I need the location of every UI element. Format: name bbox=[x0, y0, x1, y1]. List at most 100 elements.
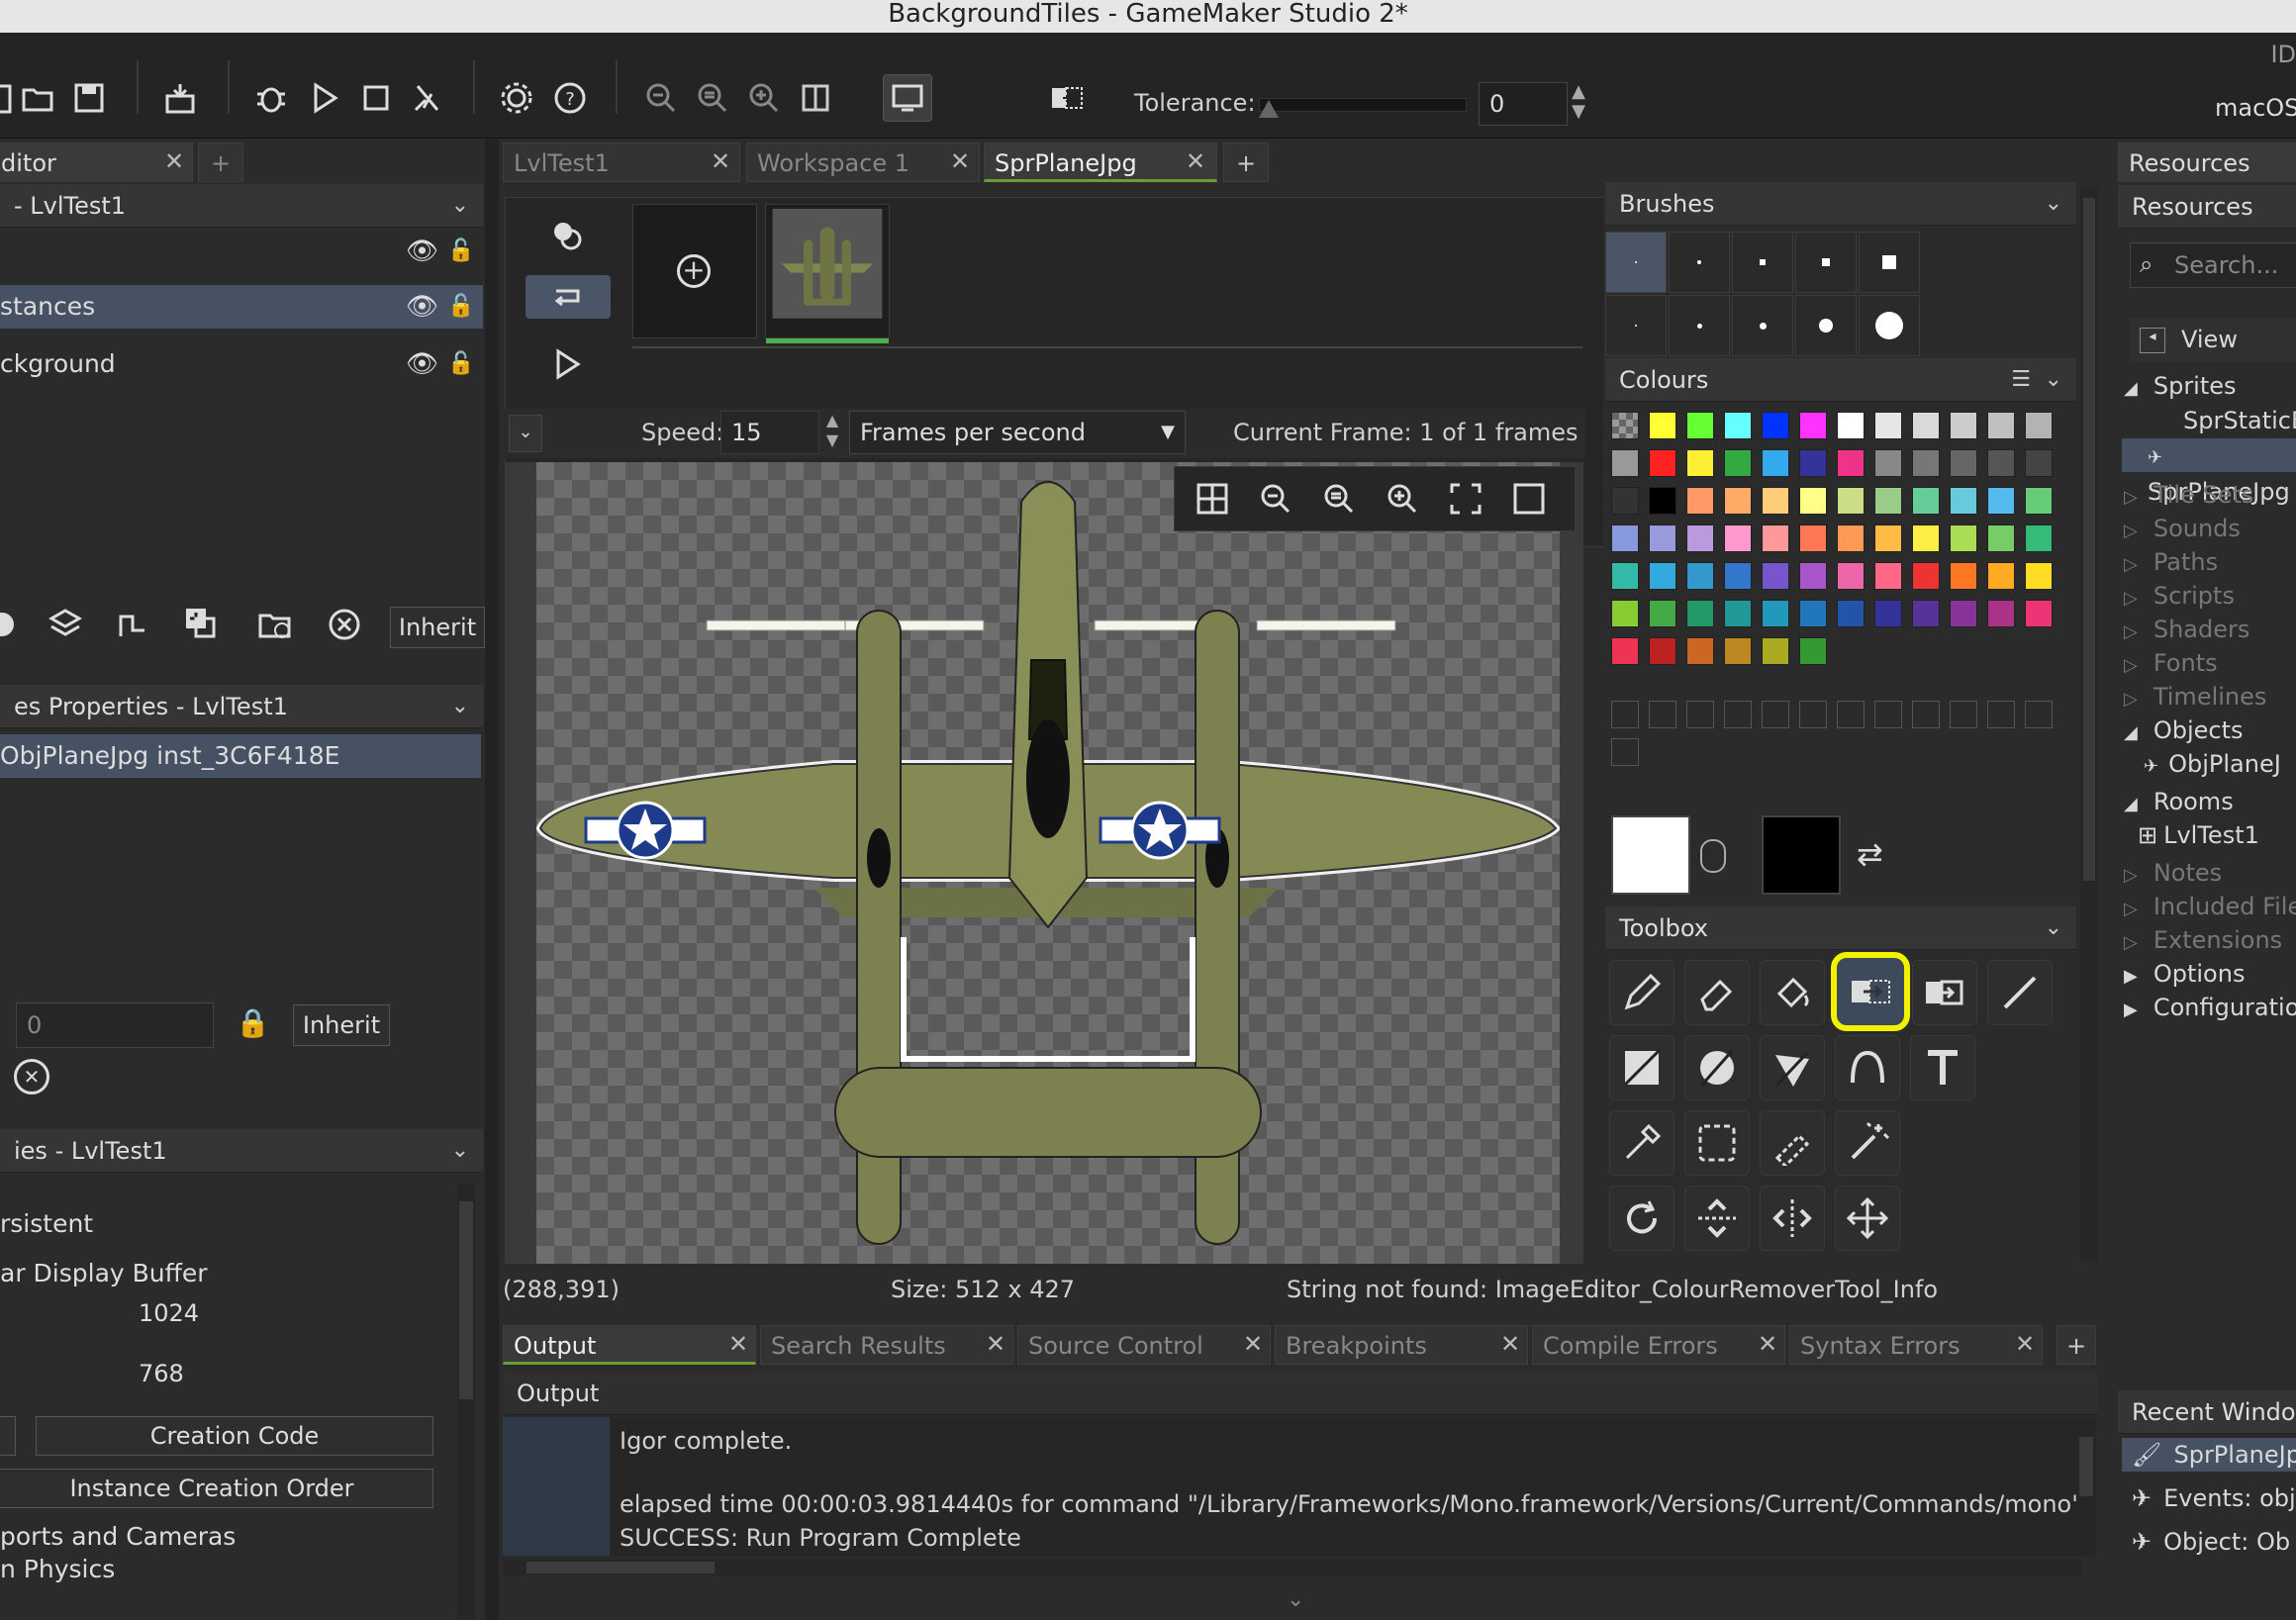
close-icon[interactable]: ✕ bbox=[164, 147, 184, 175]
create-executable-icon[interactable] bbox=[158, 76, 202, 120]
colour-swatch[interactable] bbox=[1611, 524, 1639, 552]
tree-lvltest1[interactable]: ⊞ LvlTest1 bbox=[2138, 818, 2259, 852]
colour-swatch[interactable] bbox=[1912, 524, 1940, 552]
colour-swatch[interactable] bbox=[1874, 600, 1902, 627]
delete-layer-icon[interactable] bbox=[323, 603, 366, 646]
brush-select-icon[interactable] bbox=[1760, 1110, 1825, 1176]
colour-swatch[interactable] bbox=[1649, 637, 1676, 665]
custom-colour-slot[interactable] bbox=[1912, 701, 1940, 728]
layers-header[interactable]: - LvlTest1 ⌄ bbox=[0, 184, 483, 228]
colour-swatch[interactable] bbox=[1950, 449, 1977, 477]
colour-swatch[interactable] bbox=[1950, 524, 1977, 552]
colour-swatch[interactable] bbox=[1874, 487, 1902, 515]
tolerance-input[interactable]: 0 bbox=[1479, 82, 1568, 126]
close-icon[interactable]: ✕ bbox=[711, 147, 730, 175]
output-horizontal-scrollbar[interactable] bbox=[503, 1560, 2082, 1575]
loop-icon[interactable] bbox=[526, 275, 611, 319]
add-folder-icon[interactable] bbox=[253, 603, 297, 646]
custom-colour-slot[interactable] bbox=[1762, 701, 1789, 728]
colours-header[interactable]: Colours ☰ ⌄ bbox=[1605, 358, 2076, 402]
inherit-button[interactable]: Inherit bbox=[390, 607, 485, 648]
play-icon[interactable] bbox=[545, 342, 589, 386]
custom-colour-slot[interactable] bbox=[1987, 701, 2015, 728]
recent-events[interactable]: ✈ Events: obj bbox=[2122, 1481, 2296, 1515]
colour-swatch[interactable] bbox=[1649, 449, 1676, 477]
colour-swatch[interactable] bbox=[1874, 524, 1902, 552]
brush-10[interactable] bbox=[1859, 295, 1920, 356]
tree-options[interactable]: ▶ Options bbox=[2124, 957, 2245, 991]
swap-colours-icon[interactable]: ⇄ bbox=[1857, 835, 1883, 873]
physics-label[interactable]: n Physics bbox=[0, 1548, 115, 1591]
colour-swatch[interactable] bbox=[1762, 637, 1789, 665]
close-icon[interactable]: ✕ bbox=[2015, 1330, 2035, 1358]
path-layer-icon[interactable] bbox=[111, 603, 154, 646]
colour-swatch[interactable] bbox=[1837, 412, 1865, 439]
custom-colour-slot[interactable] bbox=[1649, 701, 1676, 728]
colour-swatch[interactable] bbox=[1649, 600, 1676, 627]
colour-swatch[interactable] bbox=[1611, 637, 1639, 665]
colour-swap-tool-icon[interactable] bbox=[1912, 960, 1977, 1025]
instance-order-button[interactable]: Instance Creation Order bbox=[0, 1469, 433, 1508]
colour-swatch[interactable] bbox=[1950, 487, 1977, 515]
zoom-out-icon[interactable] bbox=[1254, 477, 1297, 521]
colour-remover-tool-icon[interactable] bbox=[1831, 952, 1910, 1031]
zoom-in-icon[interactable] bbox=[1381, 477, 1424, 521]
colour-swatch[interactable] bbox=[1987, 412, 2015, 439]
brush-7[interactable] bbox=[1669, 295, 1730, 356]
colour-swatch[interactable] bbox=[1762, 524, 1789, 552]
tree-sprstaticb[interactable]: SprStaticB bbox=[2183, 404, 2296, 437]
add-frame-button[interactable]: + bbox=[632, 204, 757, 338]
chevron-down-icon[interactable]: ⌄ bbox=[2045, 358, 2062, 402]
fullscreen-icon[interactable] bbox=[1444, 477, 1487, 521]
colour-swatch[interactable] bbox=[1649, 487, 1676, 515]
brush-6[interactable] bbox=[1605, 295, 1667, 356]
tree-tilesets[interactable]: ▷ Tile Sets bbox=[2124, 478, 2253, 512]
creation-code-button[interactable]: Creation Code bbox=[36, 1416, 433, 1456]
toolbox-header[interactable]: Toolbox ⌄ bbox=[1605, 906, 2076, 950]
zoom-reset-icon[interactable] bbox=[691, 76, 734, 120]
resource-search-input[interactable]: Search... bbox=[2130, 242, 2296, 288]
brush-5[interactable] bbox=[1859, 232, 1920, 293]
colour-swatch[interactable] bbox=[1912, 487, 1940, 515]
tab-search-results[interactable]: Search Results bbox=[760, 1325, 1013, 1365]
close-icon[interactable]: ✕ bbox=[1758, 1330, 1777, 1358]
colour-swatch[interactable] bbox=[1799, 637, 1827, 665]
splitter[interactable] bbox=[485, 140, 499, 1620]
colour-swatch[interactable] bbox=[1837, 562, 1865, 590]
close-icon[interactable]: ✕ bbox=[950, 147, 970, 175]
lock-icon[interactable]: 🔓 bbox=[447, 230, 474, 273]
colour-swatch[interactable] bbox=[1874, 449, 1902, 477]
recent-sprplanejpg[interactable]: 🖌 SprPlaneJp bbox=[2122, 1438, 2296, 1472]
tab-lvltest1[interactable]: LvlTest1 bbox=[503, 143, 740, 182]
tree-shaders[interactable]: ▷ Shaders bbox=[2124, 613, 2249, 646]
tree-sprites[interactable]: ◢ Sprites bbox=[2124, 369, 2237, 403]
tree-rooms[interactable]: ◢ Rooms bbox=[2124, 785, 2234, 818]
text-icon[interactable] bbox=[1910, 1035, 1975, 1100]
colour-swatch[interactable] bbox=[1837, 449, 1865, 477]
help-icon[interactable]: ? bbox=[548, 76, 592, 120]
custom-colour-slot[interactable] bbox=[2025, 701, 2053, 728]
ellipse-icon[interactable] bbox=[1684, 1035, 1750, 1100]
close-icon[interactable]: ✕ bbox=[1186, 147, 1205, 175]
brush-1[interactable] bbox=[1605, 232, 1667, 293]
add-instance-icon[interactable] bbox=[178, 601, 222, 644]
tools-scrollbar[interactable] bbox=[2080, 188, 2098, 1261]
expand-panel-icon[interactable]: ⌄ bbox=[1287, 1587, 1304, 1612]
tab-workspace[interactable]: Workspace 1 bbox=[746, 143, 980, 182]
partial-button[interactable] bbox=[0, 1416, 16, 1456]
chevron-down-icon[interactable]: ⌄ bbox=[2045, 182, 2062, 226]
zoom-reset-icon[interactable] bbox=[1317, 477, 1361, 521]
layer-row-top[interactable]: 👁 🔓 bbox=[0, 230, 483, 273]
colour-swatch[interactable] bbox=[1762, 449, 1789, 477]
close-icon[interactable]: ✕ bbox=[1243, 1330, 1263, 1358]
inherit-button-2[interactable]: Inherit bbox=[293, 1004, 390, 1046]
colour-swatch[interactable] bbox=[1799, 562, 1827, 590]
colour-swatch[interactable] bbox=[1987, 600, 2015, 627]
delete-instance-icon[interactable]: ✕ bbox=[14, 1059, 49, 1095]
colour-swatch[interactable] bbox=[1762, 487, 1789, 515]
eyedropper-icon[interactable] bbox=[1609, 1110, 1674, 1176]
tree-notes[interactable]: ▷ Notes bbox=[2124, 856, 2222, 890]
custom-colour-slot[interactable] bbox=[1686, 701, 1714, 728]
brush-4[interactable] bbox=[1795, 232, 1857, 293]
add-layer-icon[interactable] bbox=[44, 603, 87, 646]
